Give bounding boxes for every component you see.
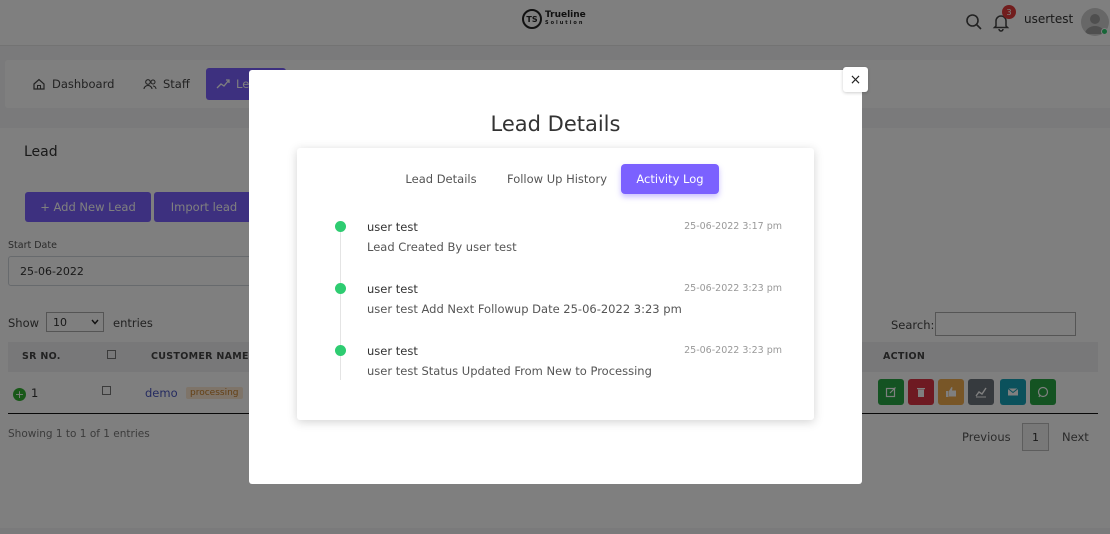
activity-user: user test xyxy=(367,344,418,358)
modal-tab-card: Lead Details Follow Up History Activity … xyxy=(297,148,814,420)
activity-time: 25-06-2022 3:23 pm xyxy=(684,283,782,294)
activity-description: user test Add Next Followup Date 25-06-2… xyxy=(367,302,682,316)
activity-user: user test xyxy=(367,220,418,234)
tab-lead-details[interactable]: Lead Details xyxy=(393,164,489,194)
activity-time: 25-06-2022 3:17 pm xyxy=(684,221,782,232)
activity-description: Lead Created By user test xyxy=(367,240,517,254)
activity-user: user test xyxy=(367,282,418,296)
timeline-dot xyxy=(335,283,346,294)
lead-details-modal: Lead Details Lead Details Follow Up Hist… xyxy=(249,70,862,484)
modal-title: Lead Details xyxy=(490,112,621,136)
tab-activity-log[interactable]: Activity Log xyxy=(621,164,719,194)
tab-follow-up-history[interactable]: Follow Up History xyxy=(501,164,613,194)
activity-description: user test Status Updated From New to Pro… xyxy=(367,364,652,378)
close-modal-button[interactable]: × xyxy=(843,67,868,92)
timeline-line xyxy=(340,226,341,380)
timeline-dot xyxy=(335,221,346,232)
timeline-dot xyxy=(335,345,346,356)
activity-time: 25-06-2022 3:23 pm xyxy=(684,345,782,356)
